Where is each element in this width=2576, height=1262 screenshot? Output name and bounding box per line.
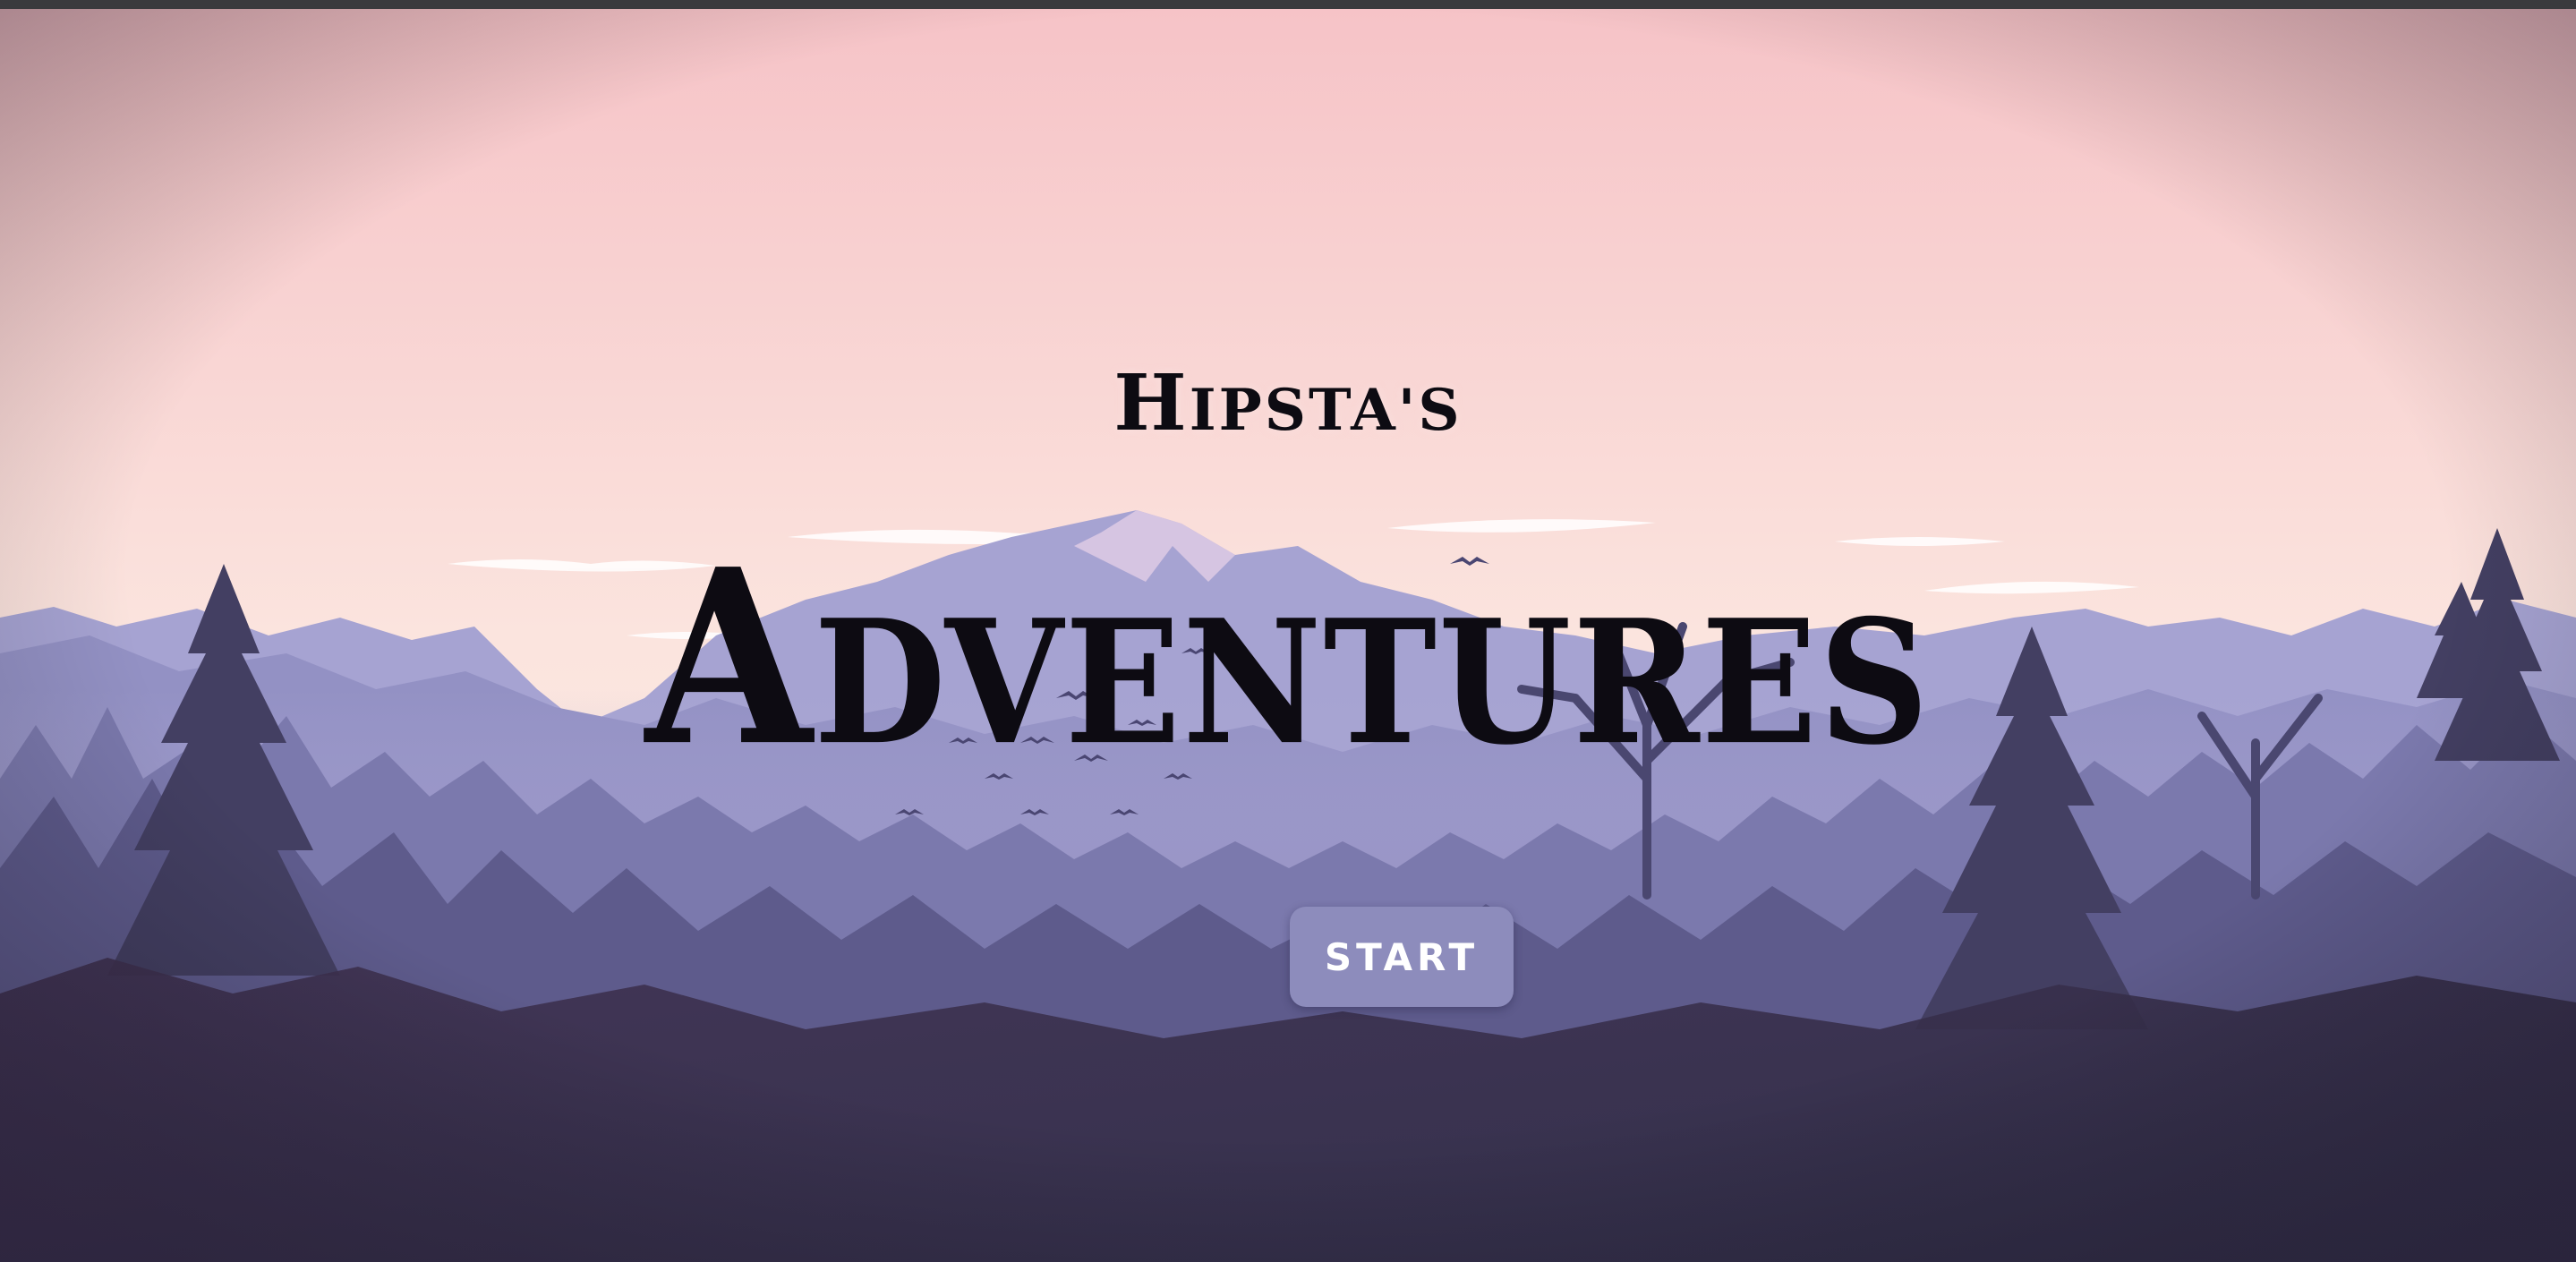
title-screen: HIPSTA'S ADVENTURES START (0, 9, 2576, 1262)
window-top-bar (0, 0, 2576, 9)
game-title: ADVENTURES (645, 516, 1931, 799)
start-button[interactable]: START (1290, 907, 1514, 1007)
game-title-subtitle: HIPSTA'S (1113, 358, 1463, 448)
